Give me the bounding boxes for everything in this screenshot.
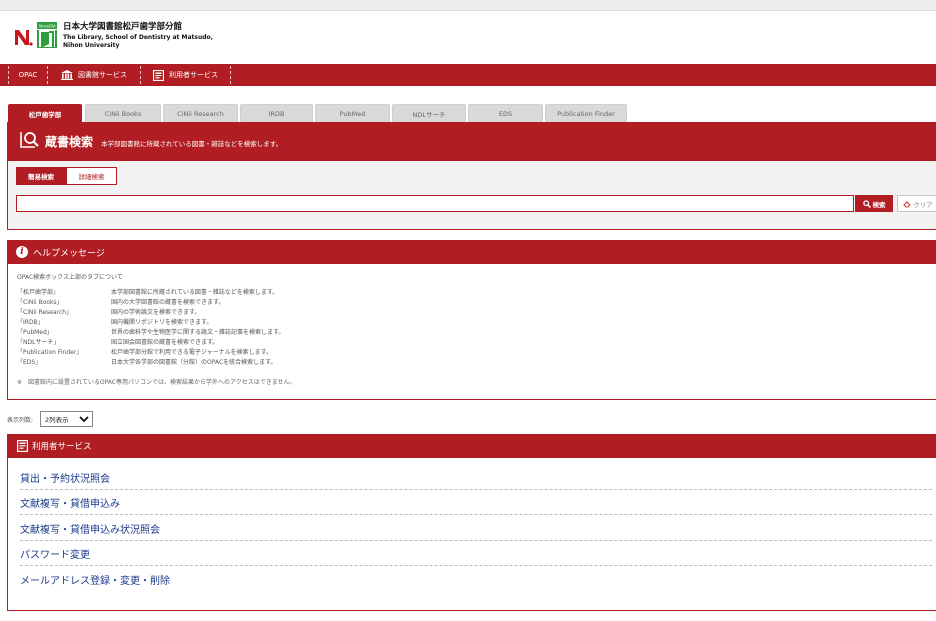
help-row-text: 国内の学術論文を検索できます。 — [111, 309, 201, 316]
tab-cinii-books[interactable]: CiNii Books — [85, 104, 161, 122]
help-row-text: 国立国会図書館の蔵書を検索できます。 — [111, 339, 219, 346]
help-row-text: 国内機関リポジトリを検索できます。 — [111, 319, 213, 326]
book-icon — [17, 440, 28, 452]
tab-irdb[interactable]: IRDB — [240, 104, 313, 122]
help-row: 「EDS」 日本大学各学部の図書館（分館）のOPACを統合検索します。 — [17, 357, 277, 366]
service-link-email-settings[interactable]: メールアドレス登録・変更・削除 — [20, 567, 932, 592]
nihon-university-logo-icon[interactable] — [13, 25, 33, 47]
help-note: ※ 図書館内に設置されているOPAC専用パソコンでは、検索結果から学外へのアクセ… — [17, 379, 296, 386]
service-link-copy-request[interactable]: 文献複写・貸借申込み — [20, 490, 932, 515]
help-row: 「CiNii Books」 国内の大学図書館の蔵書を検索できます。 — [17, 297, 224, 306]
service-link-loan-status[interactable]: 貸出・予約状況照会 — [20, 465, 932, 490]
help-row: 「NDLサーチ」 国立国会図書館の蔵書を検索できます。 — [17, 337, 218, 346]
nav-user-services-label: 利用者サービス — [169, 71, 218, 79]
tab-matsudo[interactable]: 松戸歯学部 — [8, 104, 82, 122]
help-row-text: 本学部図書館に所蔵されている図書・雑誌などを検索します。 — [111, 289, 279, 296]
display-columns-value: 2列表示 — [45, 416, 69, 424]
help-title: ヘルプメッセージ — [33, 249, 105, 259]
clear-button[interactable]: クリア — [897, 195, 936, 212]
nav-user-services[interactable]: 利用者サービス — [141, 64, 230, 86]
browser-top-strip — [0, 0, 936, 11]
search-button-label: 検索 — [872, 200, 886, 209]
help-row: 「CiNii Research」 国内の学術論文を検索できます。 — [17, 307, 200, 316]
clear-button-label: クリア — [913, 200, 933, 209]
help-row-text: 日本大学各学部の図書館（分館）のOPACを統合検索します。 — [111, 359, 277, 366]
library-door-logo-icon[interactable]: SinceDM — [37, 22, 57, 48]
nav-opac[interactable]: OPAC — [9, 64, 47, 86]
logo-badge-text: SinceDM — [39, 23, 56, 28]
chevron-down-icon — [79, 416, 89, 423]
help-panel: i ヘルプメッセージ OPAC検索ボックス上部のタブについて 「松戸歯学部」 本学… — [7, 240, 936, 400]
help-row: 「Publication Finder」 松戸歯学部分館で利用できる電子ジャーナル… — [17, 347, 272, 356]
library-name-jp: 日本大学図書館松戸歯学部分館 — [63, 22, 183, 32]
nav-opac-label: OPAC — [18, 71, 38, 79]
library-icon — [61, 70, 73, 80]
tab-cinii-research[interactable]: CiNii Research — [163, 104, 238, 122]
catalog-search-icon — [20, 132, 39, 148]
eraser-icon — [903, 200, 911, 207]
service-link-password-change[interactable]: パスワード変更 — [20, 541, 932, 566]
tab-publication-finder[interactable]: Publication Finder — [545, 104, 627, 122]
search-panel: 蔵書検索 本学部図書館に所蔵されている図書・雑誌などを検索します。 簡易検索 詳… — [7, 122, 936, 230]
help-row-key: 「CiNii Research」 — [17, 309, 73, 316]
advanced-search-tab[interactable]: 詳細検索 — [66, 167, 117, 185]
simple-search-tab[interactable]: 簡易検索 — [16, 167, 66, 185]
help-row-text: 松戸歯学部分館で利用できる電子ジャーナルを検索します。 — [111, 349, 272, 356]
help-row-text: 世界の歯科学や生物医学に関する論文・雑誌記事を検索します。 — [111, 329, 285, 336]
search-description: 本学部図書館に所蔵されている図書・雑誌などを検索します。 — [101, 140, 283, 148]
book-icon — [153, 69, 164, 81]
nav-library-services[interactable]: 図書館サービス — [48, 64, 140, 86]
library-name-en: The Library, School of Dentistry at Mats… — [63, 34, 213, 41]
help-row-key: 「IRDB」 — [17, 319, 44, 326]
nav-divider — [230, 66, 231, 84]
search-input[interactable] — [16, 195, 854, 212]
help-row: 「PubMed」 世界の歯科学や生物医学に関する論文・雑誌記事を検索します。 — [17, 327, 284, 336]
nav-library-services-label: 図書館サービス — [78, 71, 127, 79]
service-link-copy-request-status[interactable]: 文献複写・貸借申込み状況照会 — [20, 516, 932, 541]
user-services-panel: 利用者サービス 貸出・予約状況照会 文献複写・貸借申込み 文献複写・貸借申込み状… — [7, 434, 936, 611]
help-row-key: 「PubMed」 — [17, 329, 53, 336]
user-services-header: 利用者サービス — [8, 435, 936, 458]
search-title: 蔵書検索 — [45, 135, 94, 149]
help-row-key: 「松戸歯学部」 — [17, 289, 60, 296]
help-row-key: 「EDS」 — [17, 359, 42, 366]
search-button[interactable]: 検索 — [855, 195, 893, 212]
help-row-key: 「CiNii Books」 — [17, 299, 63, 306]
info-icon: i — [16, 246, 28, 258]
library-name-en-2: Nihon University — [63, 42, 120, 49]
help-row-key: 「Publication Finder」 — [17, 349, 83, 356]
tab-ndl-search[interactable]: NDLサーチ — [392, 104, 466, 122]
help-row: 「IRDB」 国内機関リポジトリを検索できます。 — [17, 317, 212, 326]
magnifier-icon — [862, 199, 871, 208]
display-columns-label: 表示列数: — [7, 417, 34, 424]
tab-eds[interactable]: EDS — [468, 104, 543, 122]
main-nav: OPAC 図書館サービス 利用者サービス — [0, 64, 936, 86]
tab-pubmed[interactable]: PubMed — [315, 104, 390, 122]
search-header: 蔵書検索 本学部図書館に所蔵されている図書・雑誌などを検索します。 — [8, 123, 936, 161]
help-intro: OPAC検索ボックス上部のタブについて — [17, 274, 123, 281]
user-services-title: 利用者サービス — [32, 442, 92, 452]
help-row-key: 「NDLサーチ」 — [17, 339, 60, 346]
help-row-text: 国内の大学図書館の蔵書を検索できます。 — [111, 299, 225, 306]
help-header: i ヘルプメッセージ — [8, 241, 936, 264]
display-columns-select[interactable]: 2列表示 — [40, 411, 93, 427]
help-row: 「松戸歯学部」 本学部図書館に所蔵されている図書・雑誌などを検索します。 — [17, 287, 278, 296]
site-header: SinceDM 日本大学図書館松戸歯学部分館 The Library, Scho… — [0, 11, 936, 64]
